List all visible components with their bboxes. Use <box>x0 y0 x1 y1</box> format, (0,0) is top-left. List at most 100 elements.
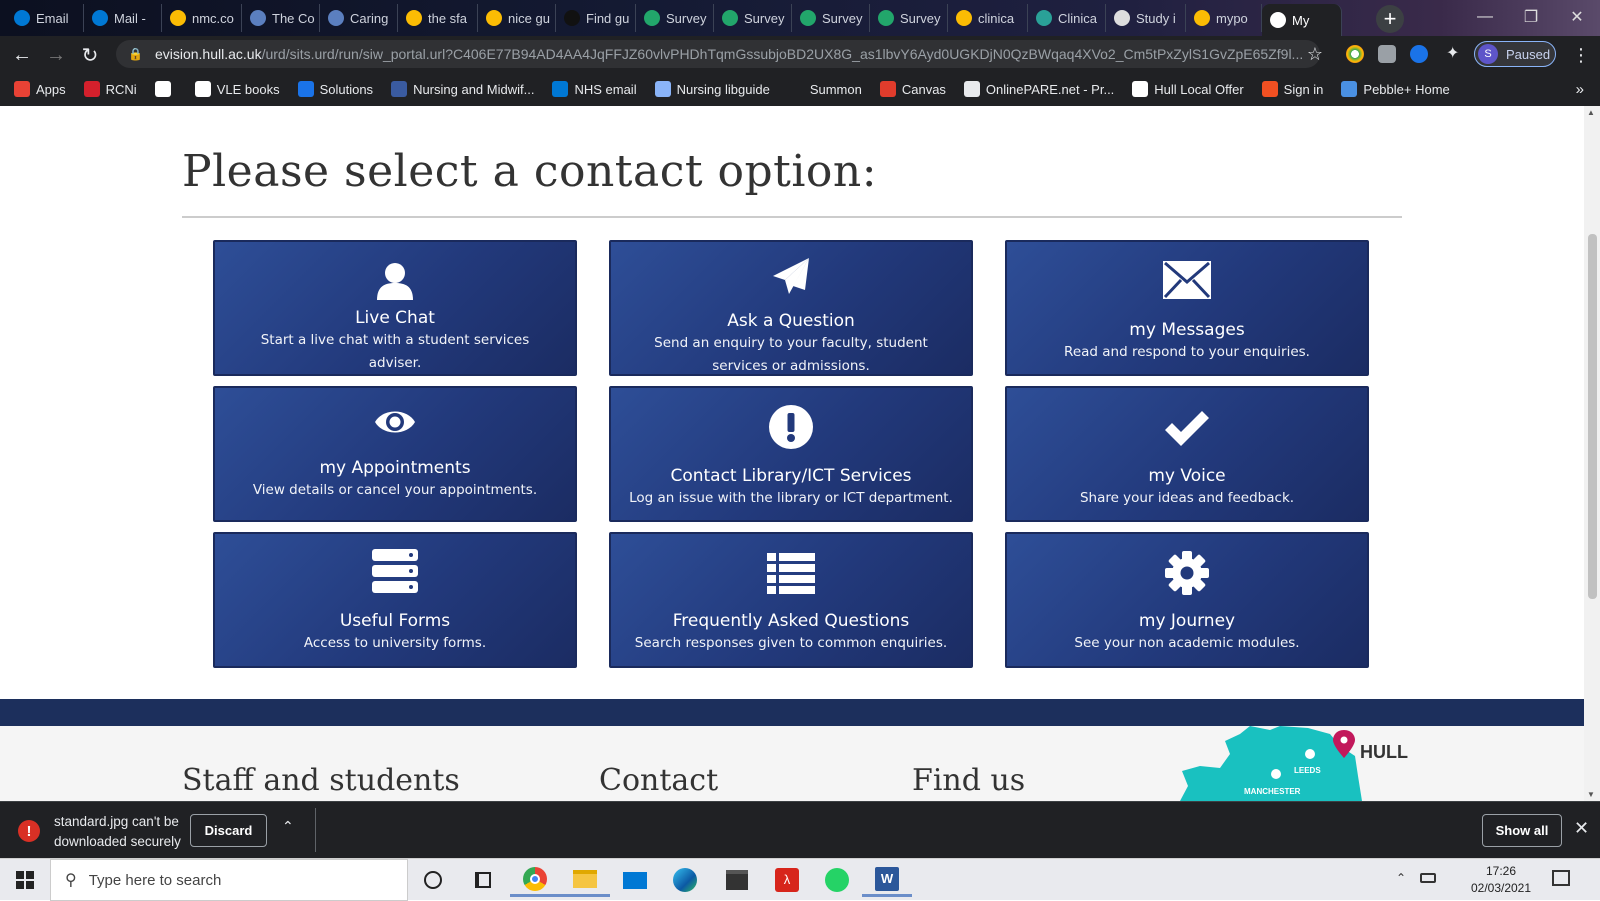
chevron-up-tray-icon[interactable]: ⌃ <box>1396 871 1406 885</box>
bookmark-1[interactable]: RCNi <box>83 81 137 97</box>
profile-button[interactable]: S Paused <box>1474 41 1556 67</box>
gear-icon <box>1164 550 1210 600</box>
card-description: Log an issue with the library or ICT dep… <box>629 490 953 506</box>
mail-icon[interactable] <box>610 863 660 897</box>
bookmark-11[interactable]: Hull Local Offer <box>1132 81 1244 97</box>
tab-7[interactable]: Find gu <box>556 4 636 32</box>
card-title[interactable]: Live Chat <box>215 308 575 328</box>
lock-icon: 🔒 <box>128 47 143 61</box>
chrome-taskbar-icon[interactable] <box>510 863 560 897</box>
contact-card-live-chat[interactable]: Live Chat Start a live chat with a studen… <box>213 240 577 376</box>
acrobat-icon[interactable]: λ <box>762 863 812 897</box>
card-title[interactable]: my Appointments <box>215 458 575 478</box>
bookmark-2[interactable] <box>154 81 177 97</box>
tab-15[interactable]: mypo <box>1186 4 1262 32</box>
tab-14[interactable]: Study i <box>1106 4 1186 32</box>
extension-printer-icon[interactable] <box>1378 45 1396 63</box>
contact-card-my-journey[interactable]: my Journey See your non academic modules. <box>1005 532 1369 668</box>
kebab-menu-icon[interactable]: ⋮ <box>1568 42 1594 68</box>
card-title[interactable]: Frequently Asked Questions <box>611 611 971 631</box>
contact-card-ask-a-question[interactable]: Ask a Question Send an enquiry to your fa… <box>609 240 973 376</box>
tab-1[interactable]: Mail - <box>84 4 162 32</box>
new-tab-button[interactable]: + <box>1376 5 1404 33</box>
contact-card-my-messages[interactable]: my Messages Read and respond to your enqu… <box>1005 240 1369 376</box>
tab-8[interactable]: Survey <box>636 4 714 32</box>
cortana-icon[interactable] <box>408 863 458 897</box>
tab-6[interactable]: nice gu <box>478 4 556 32</box>
download-bar: ! standard.jpg can't be downloaded secur… <box>0 801 1600 858</box>
store-icon[interactable] <box>712 863 762 897</box>
tab-13[interactable]: Clinica <box>1028 4 1106 32</box>
contact-card-my-voice[interactable]: my Voice Share your ideas and feedback. <box>1005 386 1369 522</box>
tab-9[interactable]: Survey <box>714 4 792 32</box>
card-title[interactable]: my Messages <box>1007 320 1367 340</box>
reload-icon[interactable]: ↻ <box>77 42 103 68</box>
tab-label: mypo <box>1216 10 1248 26</box>
bookmark-5[interactable]: Nursing and Midwif... <box>391 81 534 97</box>
discard-button[interactable]: Discard <box>190 814 267 847</box>
extension-star-icon[interactable] <box>1410 45 1428 63</box>
bookmark-6[interactable]: NHS email <box>552 81 637 97</box>
tab-11[interactable]: Survey <box>870 4 948 32</box>
word-icon[interactable]: W <box>862 863 912 897</box>
forward-icon[interactable]: → <box>43 42 69 68</box>
bookmark-13[interactable]: Pebble+ Home <box>1341 81 1450 97</box>
bookmark-10[interactable]: OnlinePARE.net - Pr... <box>963 81 1114 97</box>
bookmark-9[interactable]: Canvas <box>879 81 946 97</box>
bookmark-3[interactable]: VLE books <box>194 81 280 97</box>
system-clock[interactable]: 17:26 02/03/2021 <box>1464 863 1538 897</box>
whatsapp-icon[interactable] <box>812 863 862 897</box>
card-title[interactable]: Ask a Question <box>611 311 971 331</box>
survey-icon <box>722 10 738 26</box>
contact-card-useful-forms[interactable]: Useful Forms Access to university forms. <box>213 532 577 668</box>
tab-label: nice gu <box>508 10 550 26</box>
minimize-icon[interactable]: — <box>1462 0 1508 34</box>
contact-card-contact-library-ict-services[interactable]: Contact Library/ICT Services Log an issue… <box>609 386 973 522</box>
back-icon[interactable]: ← <box>9 42 35 68</box>
chevron-up-icon[interactable]: ⌃ <box>282 818 294 835</box>
maximize-icon[interactable]: ❐ <box>1508 0 1554 34</box>
survey-icon <box>878 10 894 26</box>
card-title[interactable]: Useful Forms <box>215 611 575 631</box>
close-download-bar-icon[interactable]: ✕ <box>1574 818 1589 839</box>
tab-5[interactable]: the sfa <box>398 4 478 32</box>
survey-icon <box>644 10 660 26</box>
card-title[interactable]: Contact Library/ICT Services <box>611 466 971 486</box>
tab-16[interactable]: My <box>1262 4 1342 36</box>
bookmark-0[interactable]: Apps <box>14 81 66 97</box>
show-all-button[interactable]: Show all <box>1482 814 1562 847</box>
extensions-puzzle-icon[interactable]: ✦ <box>1446 45 1464 63</box>
tab-10[interactable]: Survey <box>792 4 870 32</box>
card-description: View details or cancel your appointments… <box>252 482 538 498</box>
tab-3[interactable]: The Co <box>242 4 320 32</box>
scroll-down-icon[interactable]: ▼ <box>1587 790 1595 799</box>
battery-icon[interactable] <box>1420 873 1436 883</box>
star-icon[interactable]: ☆ <box>1302 41 1328 67</box>
scrollbar-thumb[interactable] <box>1588 234 1597 599</box>
card-description: Start a live chat with a student service… <box>260 332 530 371</box>
bookmark-4[interactable]: Solutions <box>297 81 373 97</box>
url-field[interactable]: 🔒 evision.hull.ac.uk/urd/sits.urd/run/si… <box>116 40 1320 68</box>
bookmark-8[interactable]: Summon <box>787 81 862 97</box>
edge-icon[interactable] <box>660 863 710 897</box>
tab-4[interactable]: Caring <box>320 4 398 32</box>
task-view-icon[interactable] <box>458 863 508 897</box>
bookmarks-overflow-icon[interactable]: » <box>1576 81 1584 98</box>
file-explorer-icon[interactable] <box>560 863 610 897</box>
contact-card-frequently-asked-questions[interactable]: Frequently Asked Questions Search respons… <box>609 532 973 668</box>
tab-0[interactable]: Email <box>6 4 84 32</box>
bookmark-12[interactable]: Sign in <box>1261 81 1323 97</box>
close-window-icon[interactable]: ✕ <box>1554 0 1600 34</box>
scroll-up-icon[interactable]: ▲ <box>1587 108 1595 117</box>
action-center-icon[interactable] <box>1552 870 1570 886</box>
tab-2[interactable]: nmc.co <box>162 4 242 32</box>
windows-start-icon[interactable] <box>0 859 50 901</box>
extension-chrome-icon[interactable] <box>1346 45 1364 63</box>
card-title[interactable]: my Journey <box>1007 611 1367 631</box>
tab-12[interactable]: clinica <box>948 4 1028 32</box>
card-title[interactable]: my Voice <box>1007 466 1367 486</box>
page-scrollbar[interactable]: ▲ ▼ <box>1584 106 1600 801</box>
taskbar-search-field[interactable]: ⚲ Type here to search <box>50 859 408 901</box>
bookmark-7[interactable]: Nursing libguide <box>654 81 770 97</box>
contact-card-my-appointments[interactable]: my Appointments View details or cancel yo… <box>213 386 577 522</box>
